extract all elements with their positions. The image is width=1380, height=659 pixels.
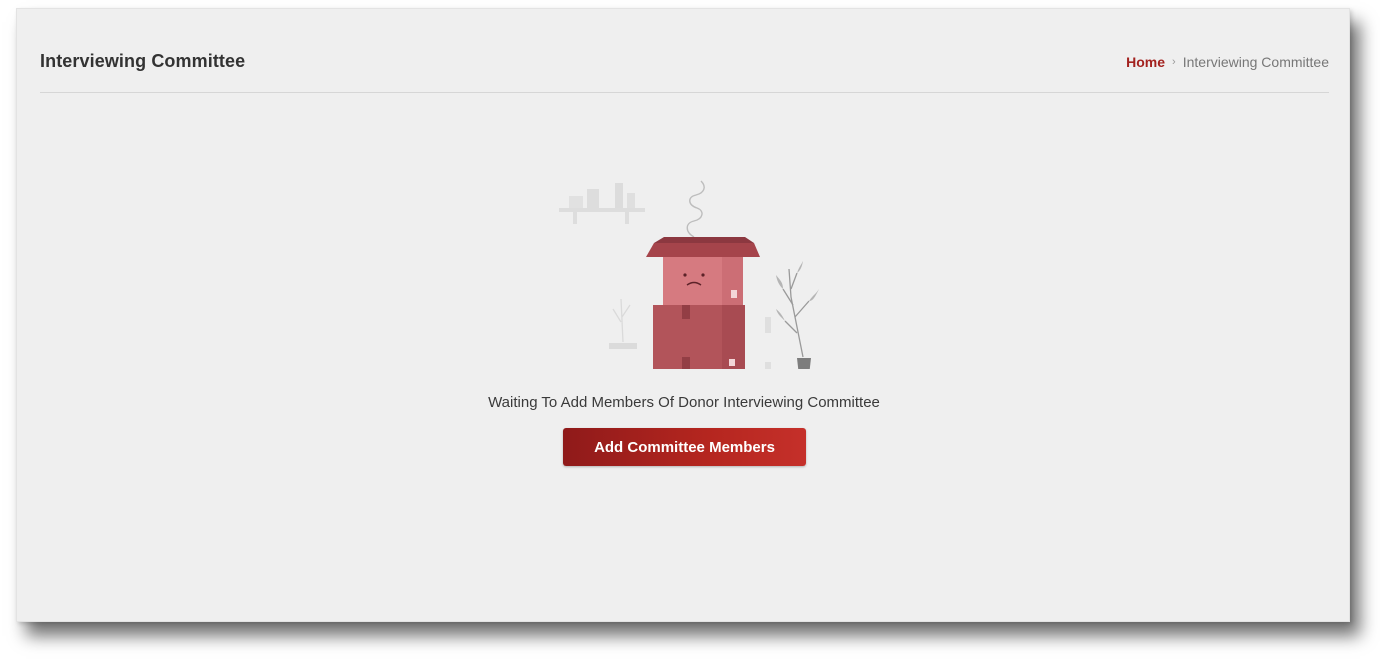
- page-title: Interviewing Committee: [40, 51, 246, 71]
- breadcrumb-current: Interviewing Committee: [1182, 54, 1329, 70]
- content-card: Interviewing Committee Home › Interviewi…: [16, 8, 1350, 622]
- lower-box-icon: [653, 305, 745, 369]
- add-committee-members-button[interactable]: Add Committee Members: [563, 428, 806, 466]
- spring-icon: [686, 180, 705, 238]
- breadcrumb-separator-icon: ›: [1172, 56, 1176, 68]
- page-header: Interviewing Committee Home › Interviewi…: [40, 9, 1329, 93]
- upper-box-icon: [646, 237, 760, 305]
- breadcrumb-home-link[interactable]: Home: [1126, 54, 1165, 70]
- plant-icon: [776, 261, 819, 369]
- empty-box-icon: [559, 180, 819, 369]
- shelf-icon: [559, 183, 645, 224]
- empty-state-message: Waiting To Add Members Of Donor Intervie…: [488, 394, 880, 411]
- breadcrumb: Home › Interviewing Committee: [1126, 54, 1329, 70]
